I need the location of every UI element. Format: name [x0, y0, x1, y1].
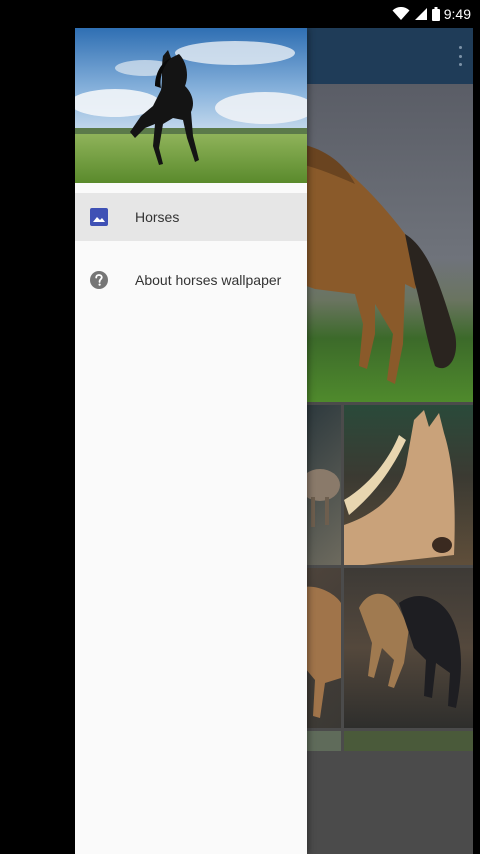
image-icon: [90, 208, 108, 226]
gallery-image-palomino-horse[interactable]: [344, 405, 473, 565]
gallery-image-running-horses[interactable]: [344, 568, 473, 728]
help-icon: [90, 271, 108, 289]
drawer-header-image: [75, 28, 307, 183]
app-screen: 9:49 Horses About horses wallpaper: [75, 0, 473, 854]
wifi-icon: [392, 7, 410, 21]
more-vert-icon[interactable]: [457, 46, 463, 66]
status-bar: 9:49: [75, 0, 473, 28]
status-time: 9:49: [443, 6, 471, 22]
drawer-menu: Horses About horses wallpaper: [75, 193, 307, 304]
drawer-item-about[interactable]: About horses wallpaper: [75, 256, 307, 304]
gallery-image-7[interactable]: [344, 731, 473, 751]
drawer-item-label: About horses wallpaper: [135, 272, 282, 288]
navigation-drawer: Horses About horses wallpaper: [75, 28, 307, 854]
drawer-item-horses[interactable]: Horses: [75, 193, 307, 241]
phone-frame: { "status_bar": { "time": "9:49", "icons…: [0, 0, 480, 854]
drawer-item-label: Horses: [135, 209, 180, 225]
battery-icon: [431, 7, 440, 21]
signal-icon: [414, 7, 428, 21]
